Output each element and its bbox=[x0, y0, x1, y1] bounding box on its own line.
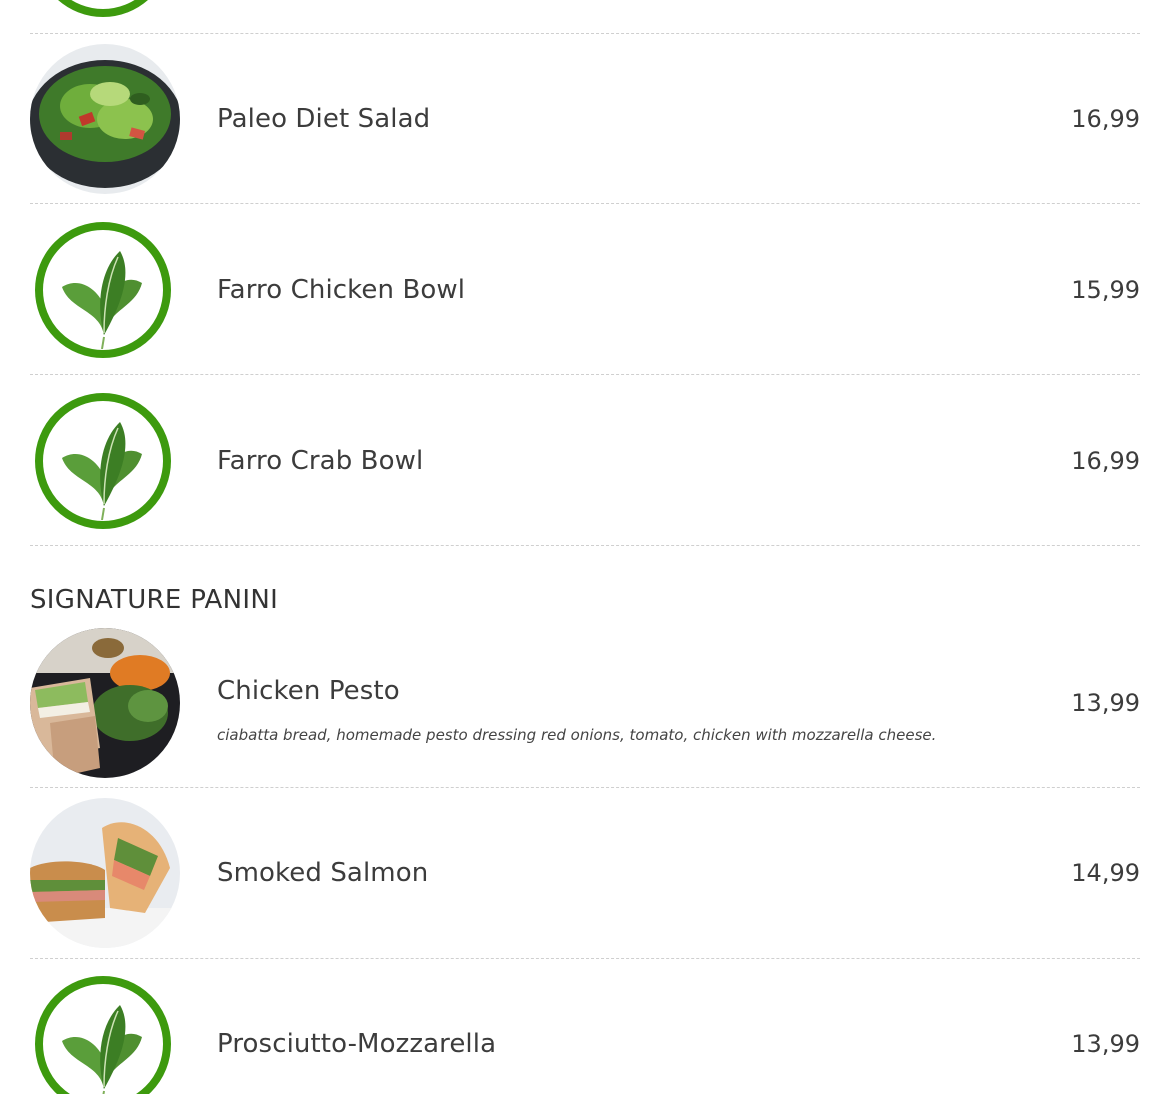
panini-photo bbox=[30, 627, 180, 778]
item-price: 16,99 bbox=[1071, 446, 1140, 475]
section-title: SIGNATURE PANINI bbox=[30, 585, 279, 615]
item-price: 15,99 bbox=[1071, 275, 1140, 304]
item-name: Smoked Salmon bbox=[217, 858, 429, 888]
item-name: Paleo Diet Salad bbox=[217, 103, 431, 134]
item-description: ciabatta bread, homemade pesto dressing … bbox=[217, 726, 937, 744]
menu-item[interactable]: Paleo Diet Salad 16,99 bbox=[30, 34, 1140, 204]
salad-photo bbox=[30, 43, 180, 194]
menu-item[interactable]: Smoked Salmon 14,99 bbox=[30, 788, 1140, 959]
leaf-badge-icon bbox=[30, 386, 180, 536]
leaf-badge-icon bbox=[30, 969, 180, 1094]
menu-item-partial[interactable] bbox=[30, 0, 1140, 34]
leaf-badge-icon bbox=[30, 0, 180, 24]
sandwich-photo bbox=[30, 798, 180, 948]
menu-item[interactable]: Farro Chicken Bowl 15,99 bbox=[30, 205, 1140, 375]
item-name: Chicken Pesto bbox=[217, 676, 400, 706]
menu-item[interactable]: Chicken Pesto ciabatta bread, homemade p… bbox=[30, 618, 1140, 788]
menu-item[interactable]: Farro Crab Bowl 16,99 bbox=[30, 376, 1140, 546]
item-name: Prosciutto-Mozzarella bbox=[217, 1029, 497, 1059]
item-price: 16,99 bbox=[1071, 104, 1140, 133]
leaf-badge-icon bbox=[30, 215, 180, 365]
menu-item[interactable]: Prosciutto-Mozzarella 13,99 bbox=[30, 959, 1140, 1094]
item-name: Farro Chicken Bowl bbox=[217, 274, 466, 305]
item-name: Farro Crab Bowl bbox=[217, 445, 424, 476]
item-price: 14,99 bbox=[1071, 859, 1140, 887]
item-price: 13,99 bbox=[1071, 1030, 1140, 1058]
item-price: 13,99 bbox=[1071, 688, 1140, 717]
